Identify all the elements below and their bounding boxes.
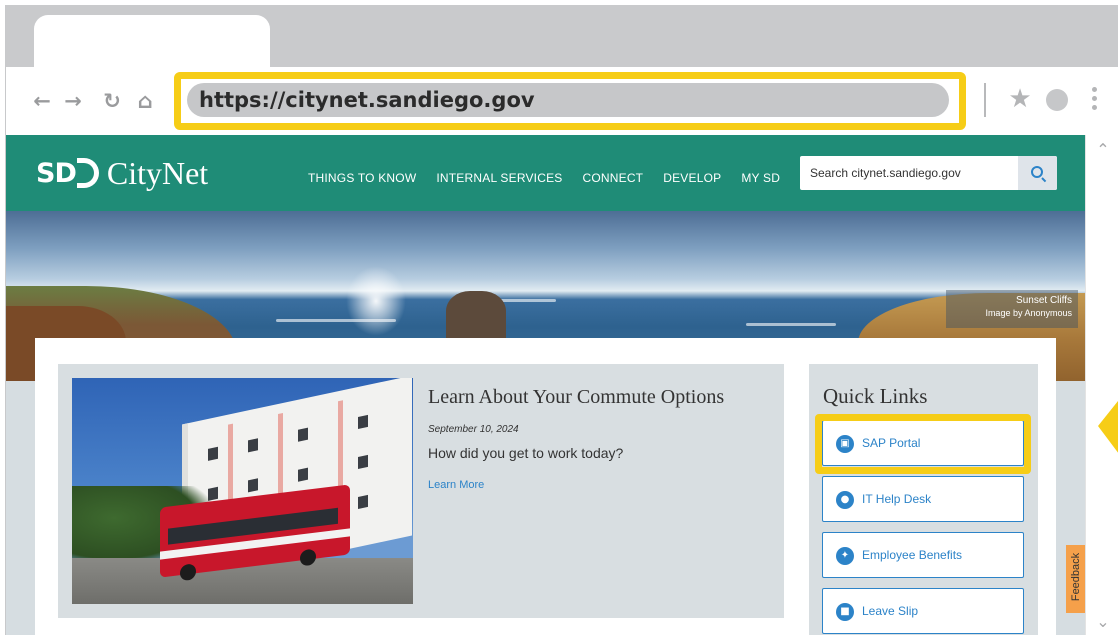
quick-links-panel: Quick Links ▣ SAP Portal ● IT Help Desk … — [809, 364, 1038, 635]
home-icon[interactable]: ⌂ — [133, 89, 157, 113]
page-scrollbar[interactable]: ⌃ ⌄ — [1085, 135, 1118, 635]
quick-link-it-help-desk[interactable]: ● IT Help Desk — [822, 476, 1024, 522]
nav-develop[interactable]: DEVELOP — [663, 171, 721, 185]
site-header: SD CityNet THINGS TO KNOW INTERNAL SERVI… — [6, 135, 1085, 211]
chat-bubble-icon: ● — [836, 491, 854, 509]
tab-strip — [6, 5, 1118, 68]
hero-rock — [446, 291, 506, 341]
feature-title[interactable]: Learn About Your Commute Options — [428, 386, 724, 409]
search-input[interactable] — [800, 156, 1018, 190]
quick-link-employee-benefits[interactable]: ✦ Employee Benefits — [822, 532, 1024, 578]
feature-photo[interactable] — [72, 378, 413, 604]
callout-arrow — [1098, 396, 1118, 458]
main-nav: THINGS TO KNOW INTERNAL SERVICES CONNECT… — [308, 171, 780, 185]
hero-credit-author: Image by Anonymous — [985, 308, 1072, 318]
logo-arc-icon — [76, 158, 99, 188]
page-viewport: SD CityNet THINGS TO KNOW INTERNAL SERVI… — [6, 135, 1085, 635]
citynet-logo[interactable]: SD CityNet — [36, 153, 208, 193]
hero-credit-title: Sunset Cliffs — [1016, 295, 1072, 306]
toolbar-separator — [984, 83, 986, 117]
site-search — [800, 156, 1057, 190]
feature-date: September 10, 2024 — [428, 424, 519, 435]
profile-icon[interactable] — [1046, 89, 1068, 111]
quick-link-label: IT Help Desk — [862, 492, 932, 506]
feedback-tab[interactable]: Feedback — [1066, 545, 1085, 613]
hero-surf — [276, 319, 396, 322]
back-arrow-icon[interactable]: ← — [30, 89, 54, 113]
scroll-down-icon[interactable]: ⌄ — [1092, 614, 1114, 630]
quick-links-title: Quick Links — [823, 384, 928, 408]
quick-link-leave-slip[interactable]: ■ Leave Slip — [822, 588, 1024, 634]
scroll-up-icon[interactable]: ⌃ — [1092, 142, 1114, 158]
hero-credit: Sunset Cliffs Image by Anonymous — [946, 290, 1078, 328]
featured-story: Learn About Your Commute Options Septemb… — [58, 364, 784, 618]
search-icon — [1031, 166, 1043, 178]
address-bar-url[interactable]: https://citynet.sandiego.gov — [199, 86, 535, 114]
learn-more-link[interactable]: Learn More — [428, 479, 484, 491]
logo-mark: SD — [36, 157, 77, 189]
feedback-label: Feedback — [1070, 552, 1082, 602]
feature-body: How did you get to work today? — [428, 445, 624, 461]
browser-window: ← → ↻ ⌂ https://citynet.sandiego.gov ★ S… — [5, 5, 1118, 635]
browser-toolbar: ← → ↻ ⌂ https://citynet.sandiego.gov ★ — [6, 67, 1118, 135]
sap-portal-highlight — [815, 414, 1031, 474]
nav-connect[interactable]: CONNECT — [582, 171, 643, 185]
quick-link-label: Leave Slip — [862, 604, 919, 618]
search-button[interactable] — [1018, 156, 1057, 190]
hero-sun-glare — [346, 266, 406, 336]
forward-arrow-icon[interactable]: → — [61, 89, 85, 113]
star-icon[interactable]: ★ — [1006, 85, 1034, 113]
menu-dots-icon[interactable] — [1090, 87, 1098, 115]
content-card: Learn About Your Commute Options Septemb… — [35, 338, 1056, 635]
logo-name: CityNet — [106, 154, 209, 191]
document-icon: ■ — [836, 603, 854, 621]
nav-things-to-know[interactable]: THINGS TO KNOW — [308, 171, 416, 185]
benefits-icon: ✦ — [836, 547, 854, 565]
reload-icon[interactable]: ↻ — [100, 89, 124, 113]
browser-tab[interactable] — [34, 15, 270, 68]
nav-internal-services[interactable]: INTERNAL SERVICES — [436, 171, 562, 185]
quick-link-label: Employee Benefits — [862, 548, 963, 562]
nav-my-sd[interactable]: MY SD — [741, 171, 780, 185]
hero-surf — [746, 323, 836, 326]
